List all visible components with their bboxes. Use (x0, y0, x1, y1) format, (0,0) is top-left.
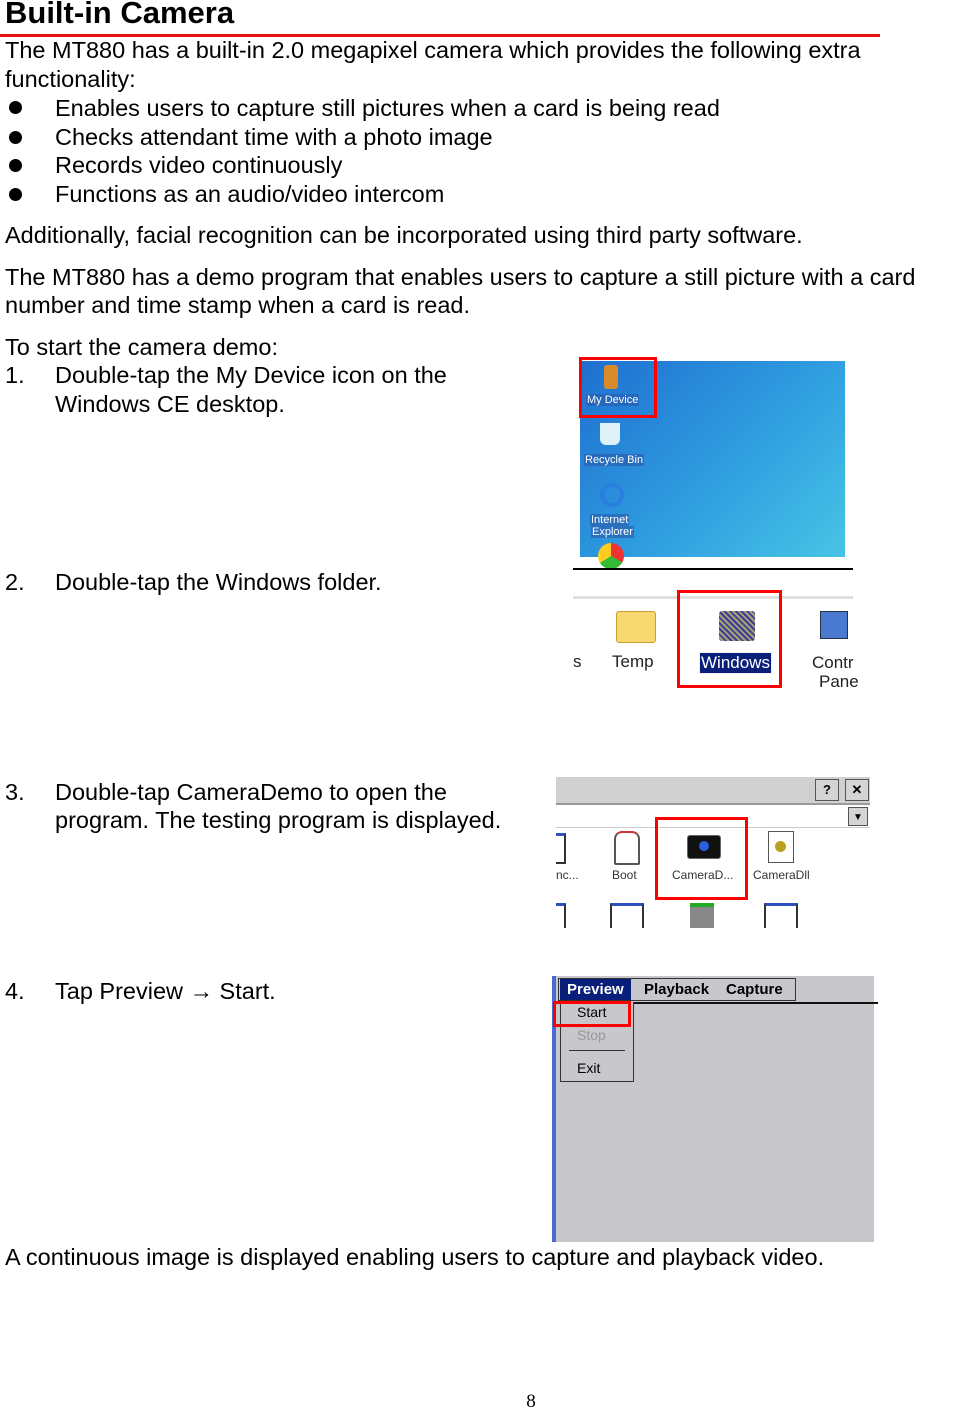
start-heading: To start the camera demo: (5, 334, 278, 360)
temp-folder-icon[interactable] (616, 611, 656, 643)
icon-label: Internet (590, 514, 630, 526)
bullet-item: Enables users to capture still pictures … (55, 95, 720, 121)
menu-capture[interactable]: Capture (726, 979, 783, 1000)
app-icon[interactable] (610, 903, 644, 928)
step-text: Double-tap the My Device icon on the (55, 362, 447, 388)
internet-explorer-icon[interactable] (600, 483, 624, 507)
highlight-box (677, 590, 782, 688)
app-icon[interactable] (556, 903, 566, 928)
item-label[interactable]: Boot (612, 868, 637, 882)
ftp-icon[interactable] (690, 903, 714, 928)
step-text: program. The testing program is displaye… (55, 807, 502, 833)
app-icon[interactable] (764, 903, 798, 928)
menu-preview[interactable]: Preview (560, 979, 631, 1000)
media-player-icon (598, 543, 624, 569)
divider (573, 568, 853, 570)
bullet-icon (9, 101, 22, 114)
step-number: 2. (5, 569, 25, 595)
app-icon[interactable] (556, 833, 566, 864)
demo-line: The MT880 has a demo program that enable… (5, 264, 916, 290)
menu-playback[interactable]: Playback (644, 979, 709, 1000)
menu-separator (569, 1050, 625, 1051)
page-number: 8 (526, 1391, 536, 1410)
dll-file-icon[interactable] (768, 831, 794, 863)
bullet-icon (9, 131, 22, 144)
recycle-bin-icon[interactable] (600, 423, 620, 445)
intro-line: functionality: (5, 66, 136, 92)
bullet-icon (9, 188, 22, 201)
highlight-box (553, 1001, 631, 1027)
close-button[interactable]: ✕ (845, 779, 869, 801)
highlight-box (655, 817, 748, 900)
icon-label: Recycle Bin (584, 454, 645, 466)
icon-label: Explorer (591, 526, 634, 538)
item-label[interactable]: CameraDll (753, 868, 810, 882)
step-text: Windows CE desktop. (55, 391, 285, 417)
control-panel-icon[interactable] (820, 611, 848, 639)
bullet-item: Checks attendant time with a photo image (55, 124, 493, 150)
highlight-box (579, 357, 657, 418)
bullet-item: Records video continuously (55, 152, 343, 178)
item-label[interactable]: Pane (819, 672, 859, 692)
closing-text: A continuous image is displayed enabling… (5, 1244, 825, 1270)
item-label[interactable]: Contr (812, 653, 854, 673)
demo-line: number and time stamp when a card is rea… (5, 292, 471, 318)
help-button[interactable]: ? (815, 779, 839, 801)
intro-line: The MT880 has a built-in 2.0 megapixel c… (5, 37, 861, 63)
step-text: Double-tap the Windows folder. (55, 569, 382, 595)
step-text: Tap Preview → Start. (55, 978, 276, 1004)
document-page: Built-in Camera The MT880 has a built-in… (0, 0, 972, 1410)
boot-icon[interactable] (614, 831, 640, 865)
bullet-item: Functions as an audio/video intercom (55, 181, 445, 207)
item-label: s (573, 652, 582, 671)
additional-text: Additionally, facial recognition can be … (5, 222, 803, 248)
chevron-down-icon[interactable]: ▼ (848, 807, 868, 826)
step-number: 3. (5, 779, 25, 805)
menu-item-stop: Stop (577, 1027, 606, 1043)
item-label[interactable]: nc... (556, 868, 579, 882)
menu-item-exit[interactable]: Exit (577, 1060, 600, 1076)
step-number: 4. (5, 978, 25, 1004)
item-label[interactable]: Temp (612, 652, 654, 672)
step-text: Double-tap CameraDemo to open the (55, 779, 447, 805)
bullet-icon (9, 159, 22, 172)
page-title: Built-in Camera (5, 0, 235, 30)
step-number: 1. (5, 362, 25, 388)
